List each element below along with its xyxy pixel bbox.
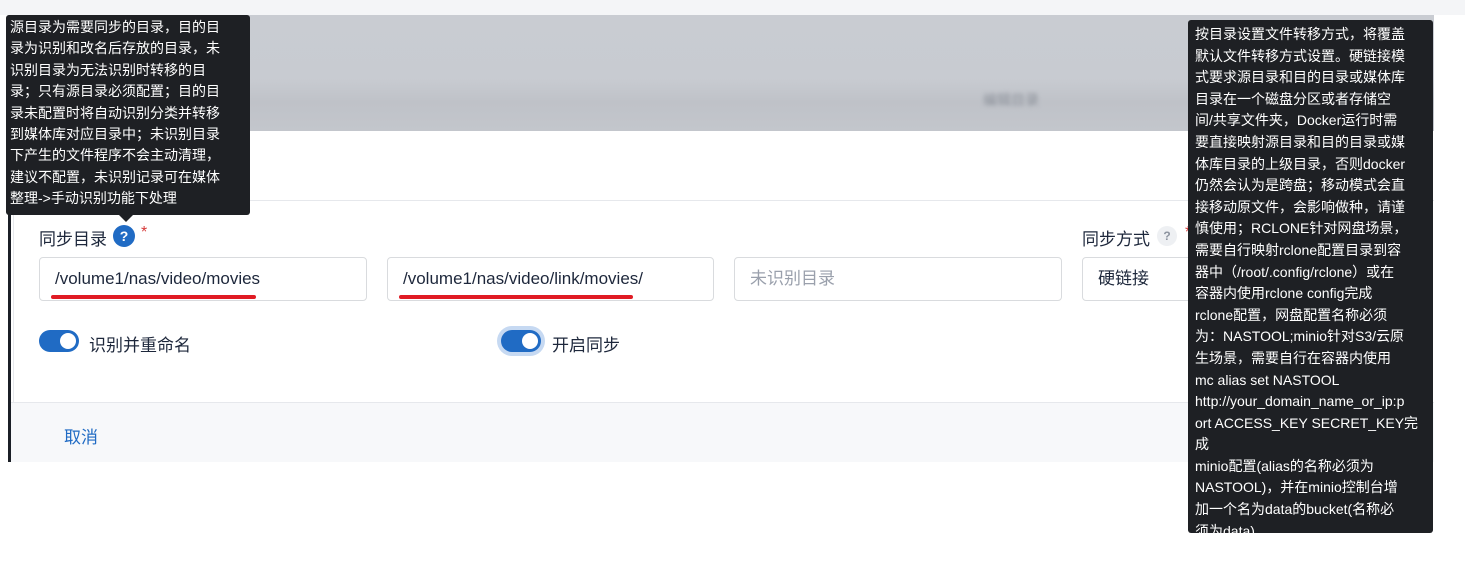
page-top-strip <box>0 0 1465 15</box>
toggle-knob <box>522 333 538 349</box>
modal-title-blurred: 编辑目录 <box>983 92 1039 108</box>
sync-mode-select[interactable]: 硬链接 <box>1082 257 1202 301</box>
sync-mode-help-icon[interactable]: ? <box>1157 226 1177 246</box>
sync-dir-tooltip: 源目录为需要同步的目录，目的目 录为识别和改名后存放的目录，未 识别目录为无法识… <box>6 15 250 222</box>
annotation-underline <box>51 295 256 299</box>
unknown-dir-input[interactable]: 未识别目录 <box>734 257 1062 301</box>
enable-sync-toggle[interactable] <box>501 330 541 352</box>
sync-dir-help-icon[interactable]: ? <box>113 225 135 247</box>
rename-toggle[interactable] <box>39 330 79 352</box>
cancel-button[interactable]: 取消 <box>64 423 98 448</box>
sync-dir-tooltip-text: 源目录为需要同步的目录，目的目 录为识别和改名后存放的目录，未 识别目录为无法识… <box>10 19 220 207</box>
sync-mode-tooltip-text: 按目录设置文件转移方式，将覆盖 默认文件转移方式设置。硬链接模 式要求源目录和目… <box>1195 26 1419 539</box>
sync-mode-tooltip: 按目录设置文件转移方式，将覆盖 默认文件转移方式设置。硬链接模 式要求源目录和目… <box>1188 20 1433 539</box>
annotation-underline <box>399 295 633 299</box>
toggle-knob <box>60 333 76 349</box>
sync-mode-label: 同步方式 <box>1082 230 1150 249</box>
sync-dir-label: 同步目录 <box>39 230 107 249</box>
required-mark: * <box>141 224 148 241</box>
rename-toggle-label: 识别并重命名 <box>89 336 191 355</box>
enable-sync-toggle-label: 开启同步 <box>552 336 620 355</box>
